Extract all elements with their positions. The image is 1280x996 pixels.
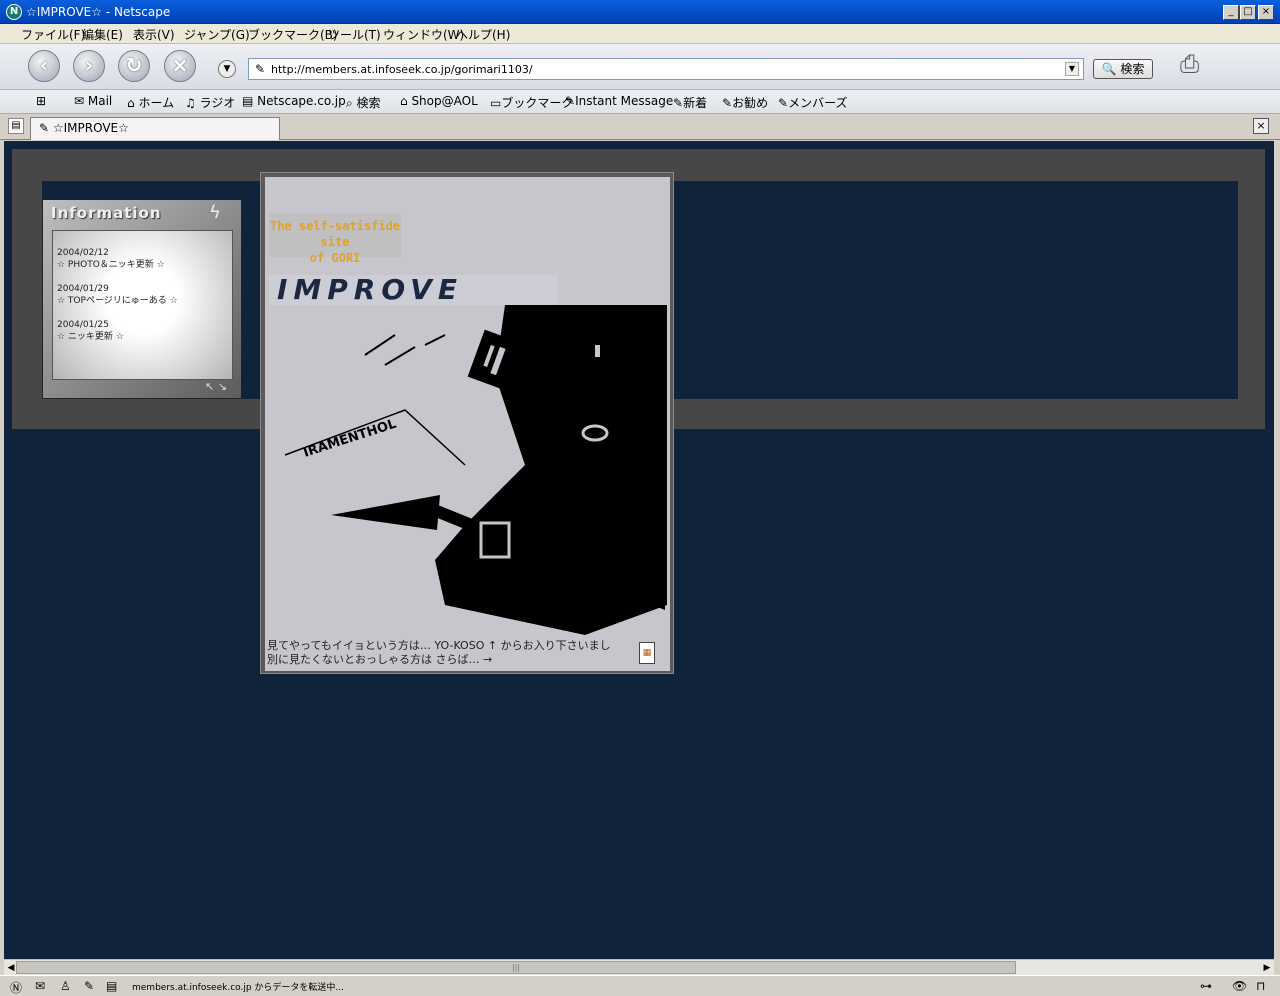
menu-view[interactable]: 表示(V) bbox=[133, 26, 175, 43]
bookmark-netscape[interactable]: ▤ Netscape.co.jp bbox=[242, 94, 346, 108]
news-item[interactable]: ☆ ニッキ更新 ☆ bbox=[57, 331, 124, 343]
window-title: ☆IMPROVE☆ - Netscape bbox=[26, 5, 171, 19]
tab-title: ✎ ☆IMPROVE☆ bbox=[39, 121, 129, 135]
bookmark-new[interactable]: ✎新着 bbox=[673, 94, 707, 111]
mail-icon[interactable]: ✉ bbox=[35, 979, 45, 993]
information-panel: Information ϟ 2004/02/12 ☆ PHOTO＆ニッキ更新 ☆… bbox=[42, 199, 242, 399]
bookmark-members[interactable]: ✎メンバーズ bbox=[778, 94, 847, 111]
url-text[interactable]: http://members.at.infoseek.co.jp/gorimar… bbox=[271, 63, 533, 76]
stop-button[interactable]: × bbox=[164, 50, 196, 82]
tab-improve[interactable]: ✎ ☆IMPROVE☆ bbox=[30, 117, 280, 140]
reload-button[interactable]: ↻ bbox=[118, 50, 150, 82]
news-date: 2004/01/29 bbox=[57, 284, 109, 294]
menu-file[interactable]: ファイル(F) bbox=[21, 26, 85, 43]
url-dropdown-icon[interactable]: ▼ bbox=[1065, 62, 1079, 76]
bookmark-radio[interactable]: ♫ ラジオ bbox=[185, 94, 235, 111]
title-bar: N ☆IMPROVE☆ - Netscape _ □ × bbox=[0, 0, 1280, 24]
bookmark-home[interactable]: ⌂ ホーム bbox=[127, 94, 174, 111]
close-tab-button[interactable]: × bbox=[1253, 118, 1269, 134]
close-button[interactable]: × bbox=[1258, 5, 1274, 20]
lighter-photo-graphic: IRAMENTHOL bbox=[265, 305, 670, 635]
new-tab-icon[interactable]: ▤ bbox=[8, 118, 24, 134]
chevron-down-icon[interactable]: ▼ bbox=[218, 60, 236, 78]
site-tagline: The self-satisfide site of GORI bbox=[269, 213, 401, 265]
back-button[interactable]: ‹ bbox=[28, 50, 60, 82]
netscape-status-icon[interactable]: Ⓝ bbox=[10, 979, 22, 996]
status-bar: Ⓝ ✉ ♙ ✎ ▤ members.at.infoseek.co.jp からデー… bbox=[0, 975, 1280, 996]
status-text: members.at.infoseek.co.jp からデータを転送中... bbox=[132, 983, 345, 993]
news-date: 2004/02/12 bbox=[57, 248, 109, 258]
lightning-icon: ϟ bbox=[209, 202, 221, 223]
caption-line-1: 見てやってもイイョという方は… YO-KOSO ↑ からお入り下さいまし bbox=[267, 639, 611, 652]
bookmark-search[interactable]: ⌕ 検索 bbox=[346, 94, 381, 111]
enter-photo[interactable]: IRAMENTHOL bbox=[265, 305, 670, 635]
news-date: 2004/01/25 bbox=[57, 320, 109, 330]
news-box: 2004/02/12 ☆ PHOTO＆ニッキ更新 ☆ 2004/01/29 ☆ … bbox=[52, 230, 233, 380]
menu-tools[interactable]: ツール(T) bbox=[328, 26, 381, 43]
personal-toolbar: ⊞ ✉ Mail ⌂ ホーム ♫ ラジオ ▤ Netscape.co.jp ⌕ … bbox=[0, 90, 1280, 114]
forward-button[interactable]: › bbox=[73, 50, 105, 82]
lock-icon[interactable]: ⊓ bbox=[1256, 979, 1265, 993]
security-icon[interactable]: 👁 bbox=[1232, 979, 1247, 993]
news-item[interactable]: ☆ PHOTO＆ニッキ更新 ☆ bbox=[57, 259, 165, 271]
aim-icon[interactable]: ♙ bbox=[60, 979, 71, 993]
enter-panel: The self-satisfide site of GORI IMPROVE bbox=[260, 172, 674, 674]
menu-bar: ファイル(F) 編集(E) 表示(V) ジャンプ(G) ブックマーク(B) ツー… bbox=[0, 24, 1280, 44]
composer-icon[interactable]: ✎ bbox=[84, 979, 94, 993]
bookmark-folder[interactable]: ▭ブックマーク bbox=[490, 94, 573, 111]
bookmark-shop[interactable]: ⌂ Shop@AOL bbox=[400, 94, 478, 108]
print-icon[interactable]: ⎙ bbox=[1180, 50, 1199, 78]
menu-edit[interactable]: 編集(E) bbox=[82, 26, 123, 43]
page-content: Information ϟ 2004/02/12 ☆ PHOTO＆ニッキ更新 ☆… bbox=[4, 141, 1274, 959]
enter-panel-inner: The self-satisfide site of GORI IMPROVE bbox=[265, 177, 670, 671]
menu-go[interactable]: ジャンプ(G) bbox=[184, 26, 250, 43]
online-icon[interactable]: ⊶ bbox=[1200, 979, 1212, 993]
search-button[interactable]: 🔍 検索 bbox=[1093, 59, 1153, 79]
menu-bookmarks[interactable]: ブックマーク(B) bbox=[248, 26, 338, 43]
news-item[interactable]: ☆ TOPページリにゅーある ☆ bbox=[57, 295, 178, 307]
maximize-button[interactable]: □ bbox=[1240, 5, 1256, 20]
menu-help[interactable]: ヘルプ(H) bbox=[456, 26, 510, 43]
caption-line-2[interactable]: 別に見たくないとおっしゃる方は さらば… → bbox=[267, 653, 631, 667]
page-icon: ✎ bbox=[255, 62, 266, 76]
menu-window[interactable]: ウィンドウ(W) bbox=[383, 26, 464, 43]
exit-image-icon[interactable]: ▦ bbox=[639, 642, 655, 664]
tab-menu-icon[interactable]: ⊞ bbox=[36, 94, 46, 108]
bookmark-mail[interactable]: ✉ Mail bbox=[74, 94, 112, 108]
bookmark-instant-message[interactable]: ✎Instant Message bbox=[565, 94, 673, 108]
address-bar[interactable]: ✎ http://members.at.infoseek.co.jp/gorim… bbox=[248, 58, 1084, 80]
scroll-thumb[interactable]: ||| bbox=[16, 961, 1016, 974]
minimize-button[interactable]: _ bbox=[1223, 5, 1239, 20]
scroll-right-icon[interactable]: ▶ bbox=[1260, 961, 1274, 975]
bookmark-recommend[interactable]: ✎お勧め bbox=[722, 94, 768, 111]
caption: 見てやってもイイョという方は… YO-KOSO ↑ からお入り下さいまし 別に見… bbox=[267, 639, 631, 667]
address-book-icon[interactable]: ▤ bbox=[106, 979, 117, 993]
improve-logo[interactable]: IMPROVE bbox=[269, 275, 557, 305]
horizontal-scrollbar[interactable]: ◀ ||| ▶ bbox=[4, 959, 1274, 975]
information-title: Information bbox=[51, 204, 162, 222]
netscape-icon[interactable]: N bbox=[6, 4, 22, 20]
resize-arrows-icon[interactable]: ↖ ↘ bbox=[205, 380, 227, 393]
